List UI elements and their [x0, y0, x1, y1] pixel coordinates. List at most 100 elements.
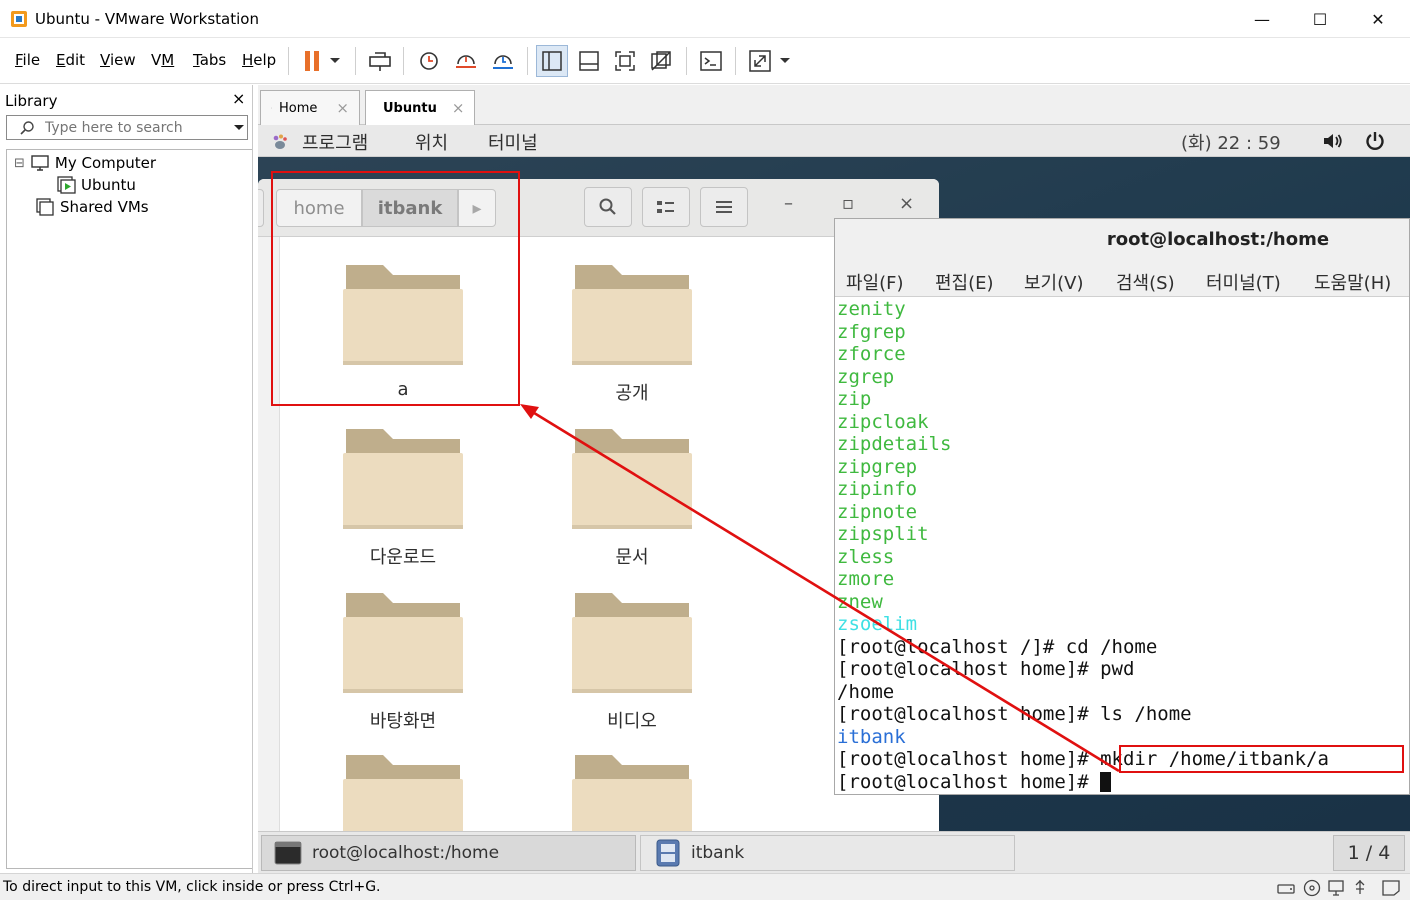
gnome-menu-terminal[interactable]: 터미널	[488, 129, 538, 155]
terminal-menu-terminal[interactable]: 터미널(T)	[1206, 269, 1281, 295]
terminal-line: zforce	[837, 343, 906, 365]
network-icon[interactable]	[1326, 878, 1346, 898]
terminal-icon	[700, 51, 722, 71]
folder-label: 공개	[615, 383, 649, 404]
computer-icon	[31, 155, 49, 171]
terminal-menu-help[interactable]: 도움말(H)	[1314, 269, 1391, 295]
tab-ubuntu[interactable]: Ubuntu ×	[365, 90, 475, 125]
folder-label: 다운로드	[369, 547, 437, 568]
library-close-button[interactable]: ×	[232, 89, 245, 108]
minimize-button[interactable]: —	[1233, 0, 1291, 38]
folder-item[interactable]: 비디오	[572, 591, 692, 733]
tree-item-ubuntu[interactable]: Ubuntu	[56, 176, 136, 194]
terminal-line: zip	[837, 388, 872, 410]
folder-item[interactable]: 바탕화면	[343, 591, 463, 733]
snapshot-take-button[interactable]	[413, 45, 445, 77]
stretch-guest-button[interactable]	[744, 45, 776, 77]
toolbar-separator	[527, 47, 528, 75]
terminal-line: zmore	[837, 568, 895, 590]
window-title: Ubuntu - VMware Workstation	[35, 10, 259, 28]
fullscreen-icon	[615, 51, 635, 71]
snapshot-revert-icon	[456, 55, 476, 68]
terminal-menu-file[interactable]: 파일(F)	[846, 269, 904, 295]
task-files[interactable]: itbank	[640, 835, 1015, 871]
search-input[interactable]	[45, 118, 225, 137]
snapshot-revert-button[interactable]	[450, 45, 482, 77]
workspace-switcher[interactable]: 1 / 4	[1333, 835, 1405, 871]
folder-item[interactable]	[343, 753, 463, 831]
terminal-line: zenity	[837, 298, 906, 320]
menu-file[interactable]: File	[15, 51, 40, 69]
terminal-output[interactable]: zenity zfgrep zforce zgrep zip zipcloak …	[837, 298, 1409, 793]
menu-edit[interactable]: Edit	[56, 51, 85, 69]
close-icon: ✕	[1371, 9, 1385, 29]
send-ctrl-alt-del-button[interactable]	[364, 45, 396, 77]
folder-icon	[343, 593, 463, 693]
snapshot-manager-button[interactable]	[487, 45, 519, 77]
tree-label: Ubuntu	[81, 176, 136, 194]
stretch-dropdown[interactable]	[774, 45, 796, 77]
unity-button[interactable]	[645, 45, 677, 77]
toolbar-separator	[686, 47, 687, 75]
gnome-clock[interactable]: (화) 22 : 59	[1181, 129, 1281, 155]
gnome-foot-icon	[273, 134, 287, 149]
tree-item-shared-vms[interactable]: Shared VMs	[35, 198, 149, 216]
folder-icon	[572, 755, 692, 831]
tab-close-icon[interactable]: ×	[452, 99, 465, 117]
terminal-line: zipnote	[837, 500, 918, 523]
chevron-down-icon	[330, 58, 340, 63]
tree-label: My Computer	[54, 154, 157, 172]
search-icon	[20, 121, 34, 135]
folder-item[interactable]: 문서	[572, 427, 692, 569]
terminal-line: zipgrep	[837, 455, 918, 478]
terminal-menu-search[interactable]: 검색(S)	[1116, 269, 1175, 295]
folder-item[interactable]	[572, 753, 692, 831]
gnome-menu-places[interactable]: 위치	[415, 129, 448, 155]
terminal-line: zipdetails	[837, 433, 952, 455]
usb-icon[interactable]	[1351, 878, 1369, 898]
show-thumbnail-bar-button[interactable]	[573, 45, 605, 77]
tree-item-my-computer[interactable]: ⊟ My Computer	[14, 154, 156, 172]
folder-item[interactable]: 다운로드	[343, 427, 463, 569]
task-terminal[interactable]: root@localhost:/home	[261, 835, 636, 871]
folder-item[interactable]: 공개	[572, 263, 692, 405]
terminal-prompt-line[interactable]: [root@localhost home]#	[837, 771, 1409, 794]
menu-vm[interactable]: VM	[151, 51, 174, 69]
folder-icon	[572, 429, 692, 529]
terminal-title: root@localhost:/home	[835, 219, 1409, 263]
volume-icon[interactable]	[1322, 131, 1344, 151]
tree-label: Shared VMs	[60, 198, 149, 216]
chevron-down-icon[interactable]	[233, 124, 245, 132]
console-view-button[interactable]	[695, 45, 727, 77]
terminal-window[interactable]: root@localhost:/home 파일(F) 편집(E) 보기(V) 검…	[834, 218, 1410, 795]
file-cabinet-icon	[656, 839, 680, 867]
gnome-menu-programs[interactable]: 프로그램	[302, 129, 368, 155]
title-bar: Ubuntu - VMware Workstation — ☐ ✕	[0, 0, 1410, 38]
library-search[interactable]	[6, 115, 248, 140]
menu-view[interactable]: View	[100, 51, 136, 69]
library-tree: ⊟ My Computer Ubuntu Shared VMs	[6, 149, 252, 869]
terminal-menu-edit[interactable]: 편집(E)	[935, 269, 994, 295]
message-log-icon[interactable]	[1380, 878, 1402, 898]
terminal-line: [root@localhost home]# pwd	[837, 658, 1135, 680]
hard-disk-icon[interactable]	[1276, 879, 1296, 897]
folder-icon	[343, 429, 463, 529]
tab-close-icon[interactable]: ×	[336, 99, 349, 117]
terminal-line: zgrep	[837, 365, 895, 388]
maximize-icon: ☐	[1312, 9, 1328, 29]
power-dropdown[interactable]	[324, 45, 346, 77]
collapse-icon[interactable]: ⊟	[14, 156, 25, 171]
library-layout-icon	[542, 51, 562, 71]
close-button[interactable]: ✕	[1349, 0, 1407, 38]
power-icon[interactable]	[1365, 130, 1385, 152]
show-library-button[interactable]	[536, 45, 568, 77]
terminal-menu-view[interactable]: 보기(V)	[1024, 269, 1083, 295]
menu-tabs[interactable]: Tabs	[193, 51, 226, 69]
full-screen-button[interactable]	[609, 45, 641, 77]
terminal-line: zipinfo	[837, 478, 918, 500]
folder-label: 비디오	[607, 711, 657, 732]
menu-help[interactable]: Help	[242, 51, 276, 69]
maximize-button[interactable]: ☐	[1291, 0, 1349, 38]
tab-home[interactable]: Home ×	[260, 90, 360, 125]
cd-dvd-icon[interactable]	[1302, 878, 1322, 898]
